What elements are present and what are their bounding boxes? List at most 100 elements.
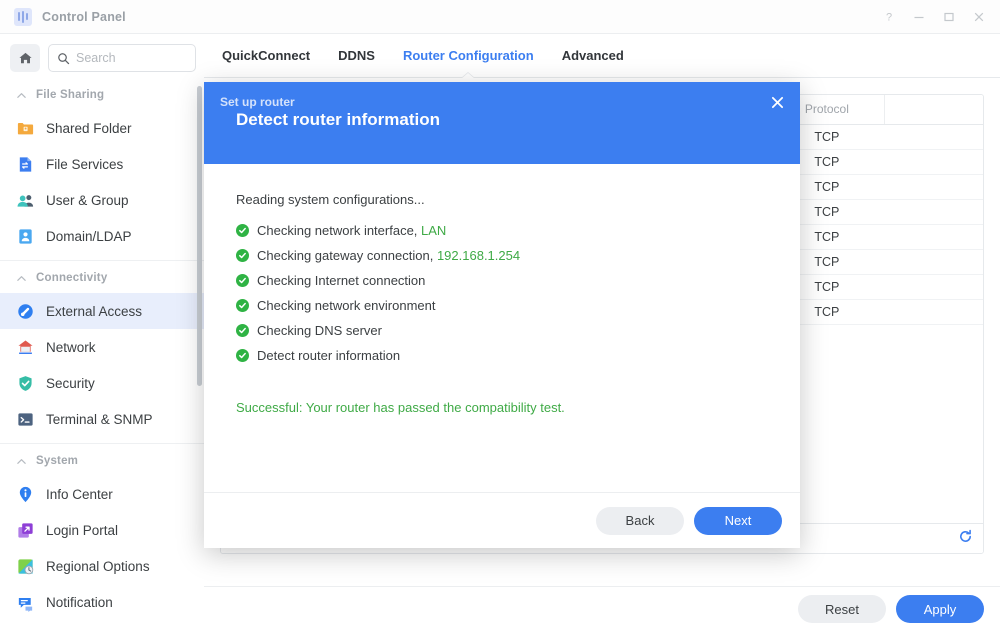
check-circle-icon xyxy=(236,349,249,362)
sidebar-item-label: External Access xyxy=(46,303,143,319)
sidebar-item-regional-options[interactable]: Regional Options xyxy=(0,548,204,584)
check-item: Checking network environment xyxy=(236,295,768,316)
sidebar-item-partial[interactable] xyxy=(0,620,204,631)
sidebar-item-label: Security xyxy=(46,375,95,391)
check-item-text: Checking network environment xyxy=(257,298,436,313)
sidebar-item-security[interactable]: Security xyxy=(0,365,204,401)
check-item: Checking network interface, LAN xyxy=(236,220,768,241)
dialog-title: Detect router information xyxy=(236,110,441,129)
sidebar-group-connectivity[interactable]: Connectivity xyxy=(0,260,204,293)
sidebar-item-label: Regional Options xyxy=(46,558,150,574)
sidebar-item-file-services[interactable]: File Services xyxy=(0,146,204,182)
dialog-body: Reading system configurations... Checkin… xyxy=(204,164,800,492)
help-button[interactable]: ? xyxy=(874,2,904,32)
search-icon xyxy=(58,52,70,64)
main-footer: Reset Apply xyxy=(204,586,1000,631)
control-panel-icon xyxy=(14,7,32,26)
sidebar-item-label: Terminal & SNMP xyxy=(46,411,153,427)
sidebar-group-label: System xyxy=(36,455,79,467)
chevron-up-icon xyxy=(17,458,26,464)
check-circle-icon xyxy=(236,224,249,237)
sidebar-item-label: Shared Folder xyxy=(46,120,132,136)
success-message: Successful: Your router has passed the c… xyxy=(236,400,565,415)
domain-ldap-icon xyxy=(16,227,35,246)
sidebar-item-notification[interactable]: Notification xyxy=(0,584,204,620)
check-circle-icon xyxy=(236,249,249,262)
sidebar-item-label: Login Portal xyxy=(46,522,119,538)
check-circle-icon xyxy=(236,299,249,312)
back-button[interactable]: Back xyxy=(596,506,684,535)
tab-ddns[interactable]: DDNS xyxy=(324,34,389,78)
check-item-value: LAN xyxy=(421,223,447,238)
column-header-spacer xyxy=(883,95,983,125)
check-item-text: Checking network interface, xyxy=(257,223,422,238)
close-icon[interactable] xyxy=(768,93,786,111)
sidebar-item-info-center[interactable]: Info Center xyxy=(0,476,204,512)
sidebar-item-shared-folder[interactable]: Shared Folder xyxy=(0,110,204,146)
shared-folder-icon xyxy=(16,119,35,138)
external-access-icon xyxy=(16,302,35,321)
regional-options-icon xyxy=(16,557,35,576)
chevron-up-icon xyxy=(17,275,26,281)
search-input[interactable]: Search xyxy=(48,44,196,72)
minimize-button[interactable] xyxy=(904,2,934,32)
reset-button[interactable]: Reset xyxy=(798,595,886,623)
sidebar-item-label: Notification xyxy=(46,594,113,610)
tab-bar: QuickConnect DDNS Router Configuration A… xyxy=(204,34,1000,78)
tab-router-configuration[interactable]: Router Configuration xyxy=(389,34,548,78)
sidebar-item-label: Info Center xyxy=(46,486,113,502)
check-item: Checking Internet connection xyxy=(236,270,768,291)
window-controls: ? xyxy=(874,2,1000,32)
sidebar-item-user-group[interactable]: User & Group xyxy=(0,182,204,218)
login-portal-icon xyxy=(16,521,35,540)
search-placeholder: Search xyxy=(76,51,116,65)
file-services-icon xyxy=(16,155,35,174)
user-group-icon xyxy=(16,191,35,210)
info-center-icon xyxy=(16,485,35,504)
notification-icon xyxy=(16,593,35,612)
check-circle-icon xyxy=(236,274,249,287)
terminal-snmp-icon xyxy=(16,410,35,429)
chevron-up-icon xyxy=(17,92,26,98)
close-button[interactable] xyxy=(964,2,994,32)
dialog-eyebrow: Set up router xyxy=(220,95,295,109)
sidebar-item-label: User & Group xyxy=(46,192,129,208)
window-title: Control Panel xyxy=(42,9,126,24)
check-item-value: 192.168.1.254 xyxy=(436,248,521,263)
check-item: Checking DNS server xyxy=(236,320,768,341)
sidebar-group-label: File Sharing xyxy=(36,89,105,101)
sidebar-item-external-access[interactable]: External Access xyxy=(0,293,204,329)
check-item: Detect router information xyxy=(236,345,768,366)
check-item-text: Checking Internet connection xyxy=(257,273,426,288)
check-item-text: Checking DNS server xyxy=(257,323,382,338)
window-titlebar: Control Panel ? xyxy=(0,0,1000,34)
sidebar-item-domain-ldap[interactable]: Domain/LDAP xyxy=(0,218,204,254)
next-button[interactable]: Next xyxy=(694,506,782,535)
tab-advanced[interactable]: Advanced xyxy=(548,34,638,78)
sidebar-scrollbar[interactable] xyxy=(197,86,202,386)
sidebar-group-label: Connectivity xyxy=(36,272,108,284)
reading-status: Reading system configurations... xyxy=(236,192,425,207)
setup-router-dialog: Set up router Detect router information … xyxy=(204,82,800,548)
sidebar-group-file-sharing[interactable]: File Sharing xyxy=(0,80,204,110)
security-icon xyxy=(16,374,35,393)
sidebar-item-login-portal[interactable]: Login Portal xyxy=(0,512,204,548)
dialog-header: Set up router Detect router information xyxy=(204,82,800,164)
apply-button[interactable]: Apply xyxy=(896,595,984,623)
tab-quickconnect[interactable]: QuickConnect xyxy=(222,34,324,78)
refresh-icon[interactable] xyxy=(958,529,973,549)
maximize-button[interactable] xyxy=(934,2,964,32)
sidebar-search-row: Search xyxy=(0,34,204,80)
control-panel-window: Control Panel ? Search File Sharing Shar… xyxy=(0,0,1000,631)
sidebar: Search File Sharing Shared Folder File S… xyxy=(0,34,204,631)
network-icon xyxy=(16,338,35,357)
sidebar-item-label: File Services xyxy=(46,156,124,172)
sidebar-item-network[interactable]: Network xyxy=(0,329,204,365)
check-item-text: Detect router information xyxy=(257,348,401,363)
sidebar-item-label: Domain/LDAP xyxy=(46,228,132,244)
check-item: Checking gateway connection, 192.168.1.2… xyxy=(236,245,768,266)
check-list: Checking network interface, LAN Checking… xyxy=(236,220,768,366)
sidebar-group-system[interactable]: System xyxy=(0,443,204,476)
sidebar-item-terminal-snmp[interactable]: Terminal & SNMP xyxy=(0,401,204,437)
home-button[interactable] xyxy=(10,44,40,72)
